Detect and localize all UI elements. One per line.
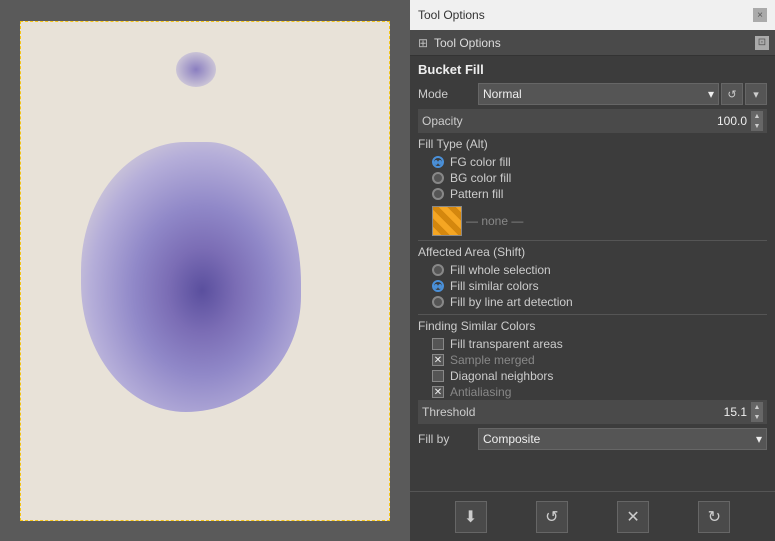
threshold-up[interactable]: ▲ [751,402,763,412]
toolbar-btn-1[interactable]: ⬇ [455,501,487,533]
fill-by-select[interactable]: Composite ▾ [478,428,767,450]
checkbox-sample-merged-label: Sample merged [450,353,535,367]
opacity-up[interactable]: ▲ [751,111,763,121]
fill-by-label: Fill by [418,432,478,446]
title-bar-close-btn[interactable]: × [753,8,767,22]
opacity-label: Opacity [422,114,717,128]
fill-type-pattern[interactable]: Pattern fill [418,186,767,202]
opacity-value: 100.0 [717,114,747,128]
right-panel: Tool Options × ⊞ Tool Options ⊡ Bucket F… [410,0,775,541]
opacity-down[interactable]: ▼ [751,121,763,131]
radio-pattern [432,188,444,200]
mode-select[interactable]: Normal ▾ [478,83,719,105]
tool-options-content: Bucket Fill Mode Normal ▾ ↺ ▾ Opacity 10… [410,56,775,491]
mode-row: Mode Normal ▾ ↺ ▾ [418,83,767,105]
canvas-area [0,0,410,541]
checkbox-transparent-box [432,338,444,350]
affected-similar-label: Fill similar colors [450,279,539,293]
checkbox-diagonal[interactable]: Diagonal neighbors [418,368,767,384]
sub-header-left: ⊞ Tool Options [416,36,501,50]
pattern-name: — none — [466,214,523,228]
threshold-row: Threshold 15.1 ▲ ▼ [418,400,767,424]
checkbox-antialiasing-label: Antialiasing [450,385,511,399]
finding-similar-label: Finding Similar Colors [418,319,767,333]
fill-type-group: FG color fill BG color fill Pattern fill [418,154,767,202]
blob-main [81,142,301,412]
affected-similar[interactable]: Fill similar colors [418,278,767,294]
fill-type-label: Fill Type (Alt) [418,137,767,151]
pattern-row: — none — [418,206,767,236]
radio-whole [432,264,444,276]
checkbox-antialiasing-box: ✕ [432,386,444,398]
threshold-down[interactable]: ▼ [751,412,763,422]
mode-dropdown-arrow: ▾ [708,87,714,101]
checkbox-antialiasing[interactable]: ✕ Antialiasing [418,384,767,400]
mode-extra-btn[interactable]: ▾ [745,83,767,105]
affected-whole-label: Fill whole selection [450,263,551,277]
fill-type-bg-label: BG color fill [450,171,511,185]
checkbox-transparent[interactable]: Fill transparent areas [418,336,767,352]
section-title: Bucket Fill [418,62,767,77]
fill-type-pattern-label: Pattern fill [450,187,503,201]
mode-value: Normal [483,87,522,101]
threshold-value: 15.1 [724,405,747,419]
checkbox-sample-merged[interactable]: ✕ Sample merged [418,352,767,368]
toolbar-btn-3[interactable]: ✕ [617,501,649,533]
separator-1 [418,240,767,241]
fill-by-arrow: ▾ [756,432,762,446]
sub-header: ⊞ Tool Options ⊡ [410,30,775,56]
checkbox-diagonal-box [432,370,444,382]
bottom-toolbar: ⬇ ↺ ✕ ↻ [410,491,775,541]
mode-reset-btn[interactable]: ↺ [721,83,743,105]
fill-by-value: Composite [483,432,540,446]
pattern-preview[interactable] [432,206,462,236]
affected-whole[interactable]: Fill whole selection [418,262,767,278]
dock-btn[interactable]: ⊡ [755,36,769,50]
fill-type-fg-label: FG color fill [450,155,511,169]
toolbar-btn-2[interactable]: ↺ [536,501,568,533]
affected-line-label: Fill by line art detection [450,295,573,309]
radio-similar [432,280,444,292]
radio-line [432,296,444,308]
blob-small [176,52,216,87]
threshold-label: Threshold [422,405,724,419]
affected-area-group: Fill whole selection Fill similar colors… [418,262,767,310]
fill-by-row: Fill by Composite ▾ [418,428,767,450]
separator-2 [418,314,767,315]
affected-area-label: Affected Area (Shift) [418,245,767,259]
checkbox-transparent-label: Fill transparent areas [450,337,563,351]
opacity-spinner[interactable]: ▲ ▼ [751,111,763,131]
toolbar-btn-4[interactable]: ↻ [698,501,730,533]
panel-icon: ⊞ [416,36,430,50]
mode-label: Mode [418,87,478,101]
radio-bg [432,172,444,184]
fill-type-fg[interactable]: FG color fill [418,154,767,170]
opacity-row: Opacity 100.0 ▲ ▼ [418,109,767,133]
canvas-wrapper[interactable] [20,21,390,521]
title-bar-text: Tool Options [418,8,485,22]
checkbox-diagonal-label: Diagonal neighbors [450,369,553,383]
affected-line[interactable]: Fill by line art detection [418,294,767,310]
fill-type-bg[interactable]: BG color fill [418,170,767,186]
checkbox-sample-merged-box: ✕ [432,354,444,366]
title-bar: Tool Options × [410,0,775,30]
threshold-spinner[interactable]: ▲ ▼ [751,402,763,422]
sub-header-label: Tool Options [434,36,501,50]
radio-fg [432,156,444,168]
